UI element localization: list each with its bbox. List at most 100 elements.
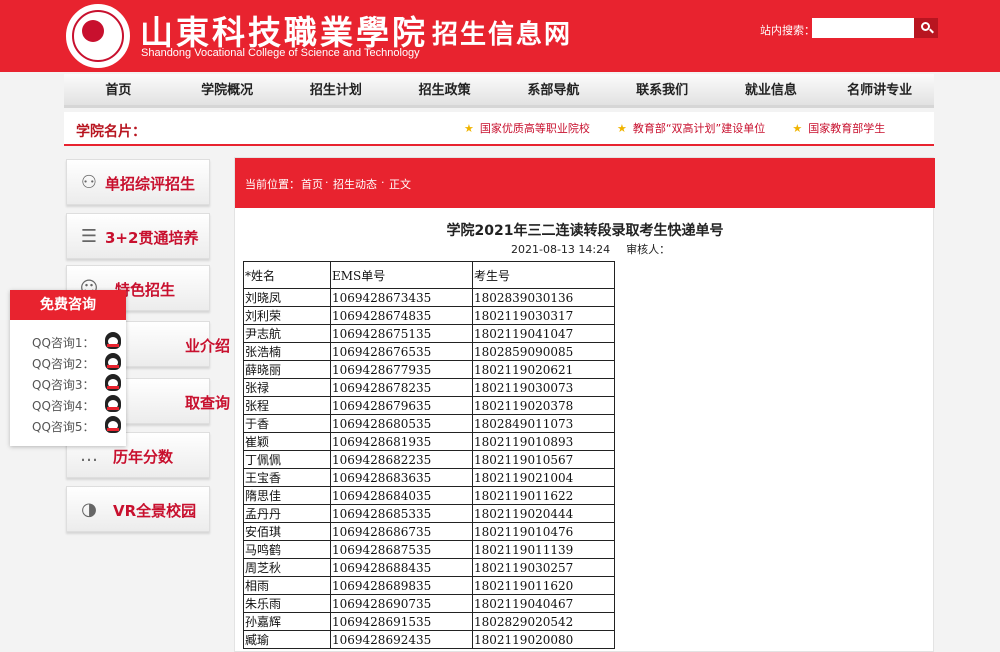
article-title: 学院2021年三二连读转段录取考生快递单号 <box>446 223 724 239</box>
cell-ems: 1069428673435 <box>330 288 473 307</box>
cell-exam-no: 1802119010567 <box>472 450 615 469</box>
cell-ems: 1069428682235 <box>330 450 473 469</box>
cell-exam-no: 1802119020621 <box>472 360 615 379</box>
qq-label: QQ咨询1： <box>32 336 95 350</box>
cell-exam-no: 1802119020080 <box>472 630 615 649</box>
card-ticker: ★ 国家优质高等职业院校 ★ 教育部“双高计划”建设单位 ★ 国家教育部学生 <box>464 112 904 146</box>
qq-penguin-icon[interactable] <box>105 332 121 349</box>
breadcrumb-prefix: 当前位置： <box>245 178 300 191</box>
qq-penguin-icon[interactable] <box>105 395 121 412</box>
search-input[interactable] <box>812 18 914 38</box>
menu-vr-campus[interactable]: ◑ VR全景校园 <box>66 486 210 532</box>
breadcrumb-home[interactable]: 首页 <box>301 176 323 192</box>
cell-exam-no: 1802849011073 <box>472 414 615 433</box>
cell-exam-no: 1802829020542 <box>472 612 615 631</box>
qq-consult-row[interactable]: QQ咨询4： <box>10 393 126 414</box>
menu-label: VR全景校园 <box>113 502 197 520</box>
cell-exam-no: 1802119011620 <box>472 576 615 595</box>
qq-consult-row[interactable]: QQ咨询2： <box>10 351 126 372</box>
table-row: 张禄 1069428678235 1802119030073 <box>243 378 615 397</box>
nav-teachers[interactable]: 名师讲专业 <box>825 74 934 105</box>
table-row: 于香 1069428680535 1802849011073 <box>243 414 615 433</box>
qq-penguin-icon[interactable] <box>105 353 121 370</box>
menu-label: 业介绍 <box>185 337 231 355</box>
cell-ems: 1069428677935 <box>330 360 473 379</box>
breadcrumb: 当前位置： 首页 · 招生动态 · 正文 <box>235 158 935 208</box>
cell-name: 隋思佳 <box>243 486 331 505</box>
table-row: 张程 1069428679635 1802119020378 <box>243 396 615 415</box>
qq-consult-row[interactable]: QQ咨询5： <box>10 414 126 435</box>
qq-consult-row[interactable]: QQ咨询3： <box>10 372 126 393</box>
cell-name: 张禄 <box>243 378 331 397</box>
cell-ems: 1069428678235 <box>330 378 473 397</box>
breadcrumb-current: 正文 <box>389 178 411 191</box>
cell-exam-no: 1802119030257 <box>472 558 615 577</box>
table-row: 相雨 1069428689835 1802119011620 <box>243 576 615 595</box>
menu-single-exam[interactable]: ⚇ 单招综评招生 <box>66 159 210 205</box>
cell-name: 安佰琪 <box>243 522 331 541</box>
site-name: 招生信息网 <box>432 20 573 50</box>
cell-ems: 1069428687535 <box>330 540 473 559</box>
nav-departments[interactable]: 系部导航 <box>499 74 608 105</box>
article-panel: 当前位置： 首页 · 招生动态 · 正文 学院2021年三二连读转段录取考生快递… <box>234 157 935 652</box>
cell-exam-no: 1802119010893 <box>472 432 615 451</box>
qq-penguin-icon[interactable] <box>105 416 121 433</box>
cell-name: 崔颖 <box>243 432 331 451</box>
table-row: 薛晓丽 1069428677935 1802119020621 <box>243 360 615 379</box>
cell-ems: 1069428674835 <box>330 306 473 325</box>
cell-ems: 1069428680535 <box>330 414 473 433</box>
cell-name: 王宝香 <box>243 468 331 487</box>
table-row: 刘利荣 1069428674835 1802119030317 <box>243 306 615 325</box>
breadcrumb-sep: · <box>325 176 329 189</box>
college-seal-logo[interactable] <box>66 4 130 68</box>
table-row: 臧瑜 1069428692435 1802119020080 <box>243 630 615 649</box>
card-item[interactable]: ★ 教育部“双高计划”建设单位 <box>617 112 765 146</box>
cell-exam-no: 1802119040467 <box>472 594 615 613</box>
table-row: 丁佩佩 1069428682235 1802119010567 <box>243 450 615 469</box>
menu-label: 3+2贯通培养 <box>105 229 199 247</box>
cell-name: 张程 <box>243 396 331 415</box>
card-item[interactable]: ★ 国家教育部学生 <box>792 112 885 146</box>
cell-exam-no: 1802839030136 <box>472 288 615 307</box>
cell-exam-no: 1802859090085 <box>472 342 615 361</box>
nav-contact[interactable]: 联系我们 <box>608 74 717 105</box>
cell-exam-no: 1802119030317 <box>472 306 615 325</box>
table-row: 孙嘉辉 1069428691535 1802829020542 <box>243 612 615 631</box>
table-row: 周芝秋 1069428688435 1802119030257 <box>243 558 615 577</box>
cell-name: 臧瑜 <box>243 630 331 649</box>
qq-penguin-icon[interactable] <box>105 374 121 391</box>
nav-policy[interactable]: 招生政策 <box>390 74 499 105</box>
search-button[interactable] <box>914 18 938 38</box>
star-icon: ★ <box>464 122 474 135</box>
cell-name: 尹志航 <box>243 324 331 343</box>
nav-about[interactable]: 学院概况 <box>173 74 282 105</box>
nav-employment[interactable]: 就业信息 <box>717 74 826 105</box>
col-exam-no: 考生号 <box>472 261 615 289</box>
table-row: 朱乐雨 1069428690735 1802119040467 <box>243 594 615 613</box>
menu-3plus2[interactable]: ☰ 3+2贯通培养 <box>66 213 210 259</box>
qq-label: QQ咨询5： <box>32 420 95 434</box>
cell-exam-no: 1802119030073 <box>472 378 615 397</box>
cell-name: 于香 <box>243 414 331 433</box>
chat-icon: … <box>80 445 98 466</box>
cell-exam-no: 1802119020378 <box>472 396 615 415</box>
cell-name: 孙嘉辉 <box>243 612 331 631</box>
cell-name: 丁佩佩 <box>243 450 331 469</box>
cell-name: 周芝秋 <box>243 558 331 577</box>
nav-plan[interactable]: 招生计划 <box>282 74 391 105</box>
qq-consult-row[interactable]: QQ咨询1： <box>10 330 126 351</box>
search-label: 站内搜索： <box>760 24 815 37</box>
breadcrumb-section[interactable]: 招生动态 <box>333 176 377 192</box>
menu-label: 单招综评招生 <box>105 175 196 193</box>
cell-ems: 1069428691535 <box>330 612 473 631</box>
nav-home[interactable]: 首页 <box>64 74 173 105</box>
cell-ems: 1069428679635 <box>330 396 473 415</box>
cell-ems: 1069428686735 <box>330 522 473 541</box>
site-header: 山東科技職業學院 Shandong Vocational College of … <box>0 0 1000 72</box>
card-item[interactable]: ★ 国家优质高等职业院校 <box>464 112 590 146</box>
table-row: 刘晓凤 1069428673435 1802839030136 <box>243 288 615 307</box>
cell-exam-no: 1802119011139 <box>472 540 615 559</box>
cell-ems: 1069428681935 <box>330 432 473 451</box>
ems-table: *姓名 EMS单号 考生号 刘晓凤 1069428673435 1802839030… <box>243 261 615 649</box>
college-name-en: Shandong Vocational College of Science a… <box>141 47 420 59</box>
